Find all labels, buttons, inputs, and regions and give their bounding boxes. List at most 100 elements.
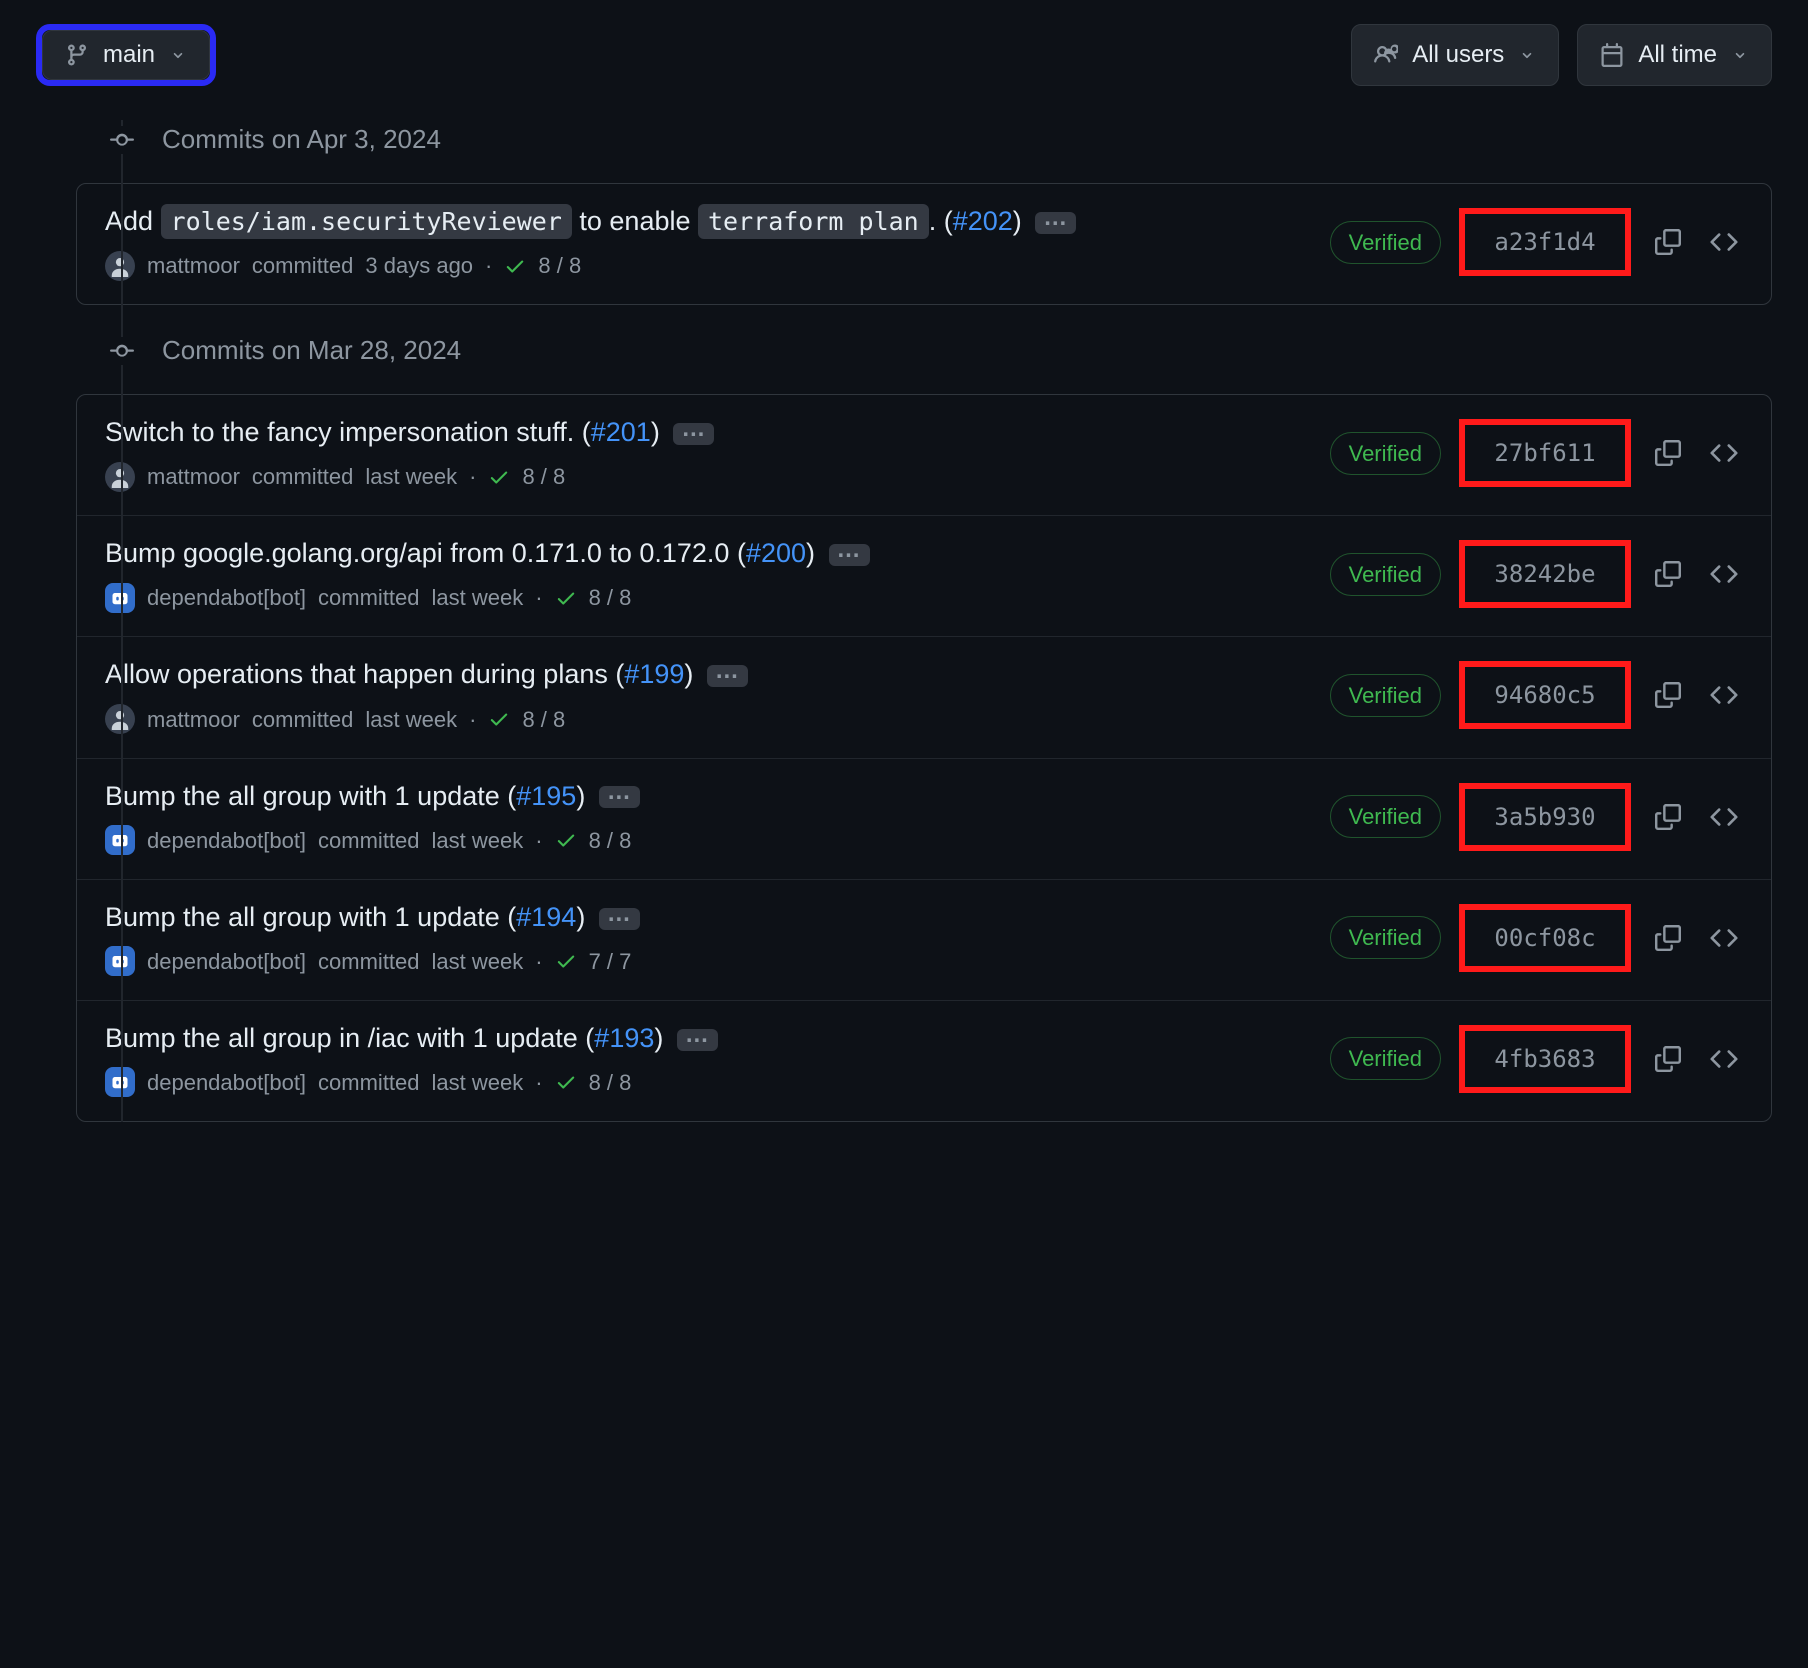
browse-code-button[interactable] [1705,434,1743,472]
check-icon[interactable] [504,255,526,277]
avatar[interactable] [105,946,135,976]
commit-checks[interactable]: 8 / 8 [538,249,581,282]
copy-sha-button[interactable] [1649,555,1687,593]
calendar-icon [1600,43,1624,67]
browse-code-button[interactable] [1705,223,1743,261]
verified-badge[interactable]: Verified [1330,674,1441,717]
expand-message-button[interactable]: … [829,544,870,566]
commit-group-date: Commits on Mar 28, 2024 [162,331,461,370]
commit-title[interactable]: Add roles/iam.securityReviewer to enable… [105,202,1310,241]
copy-sha-button[interactable] [1649,798,1687,836]
users-label: All users [1412,41,1504,69]
commit-sha[interactable]: 38242be [1494,560,1595,588]
commit-title[interactable]: Allow operations that happen during plan… [105,655,1310,694]
commit-row: Bump google.golang.org/api from 0.171.0 … [77,515,1771,636]
avatar[interactable] [105,583,135,613]
commit-timeago: 3 days ago [365,249,473,282]
commit-timeago: last week [365,703,457,736]
commit-title[interactable]: Bump google.golang.org/api from 0.171.0 … [105,534,1310,573]
commit-author[interactable]: dependabot[bot] [147,824,306,857]
commit-checks[interactable]: 8 / 8 [589,824,632,857]
copy-sha-button[interactable] [1649,1040,1687,1078]
browse-code-button[interactable] [1705,676,1743,714]
commit-author[interactable]: mattmoor [147,703,240,736]
avatar[interactable] [105,704,135,734]
commit-committed-word: committed [318,1066,419,1099]
avatar[interactable] [105,1067,135,1097]
pr-link[interactable]: #195 [516,781,576,811]
commit-sha[interactable]: a23f1d4 [1494,228,1595,256]
commit-title[interactable]: Bump the all group in /iac with 1 update… [105,1019,1310,1058]
browse-code-button[interactable] [1705,798,1743,836]
commit-committed-word: committed [318,945,419,978]
copy-sha-button[interactable] [1649,676,1687,714]
branch-selector[interactable]: main [42,30,210,80]
verified-badge[interactable]: Verified [1330,1037,1441,1080]
sha-highlight: 00cf08c [1459,904,1631,972]
commit-sha[interactable]: 00cf08c [1494,924,1595,952]
avatar[interactable] [105,825,135,855]
pr-link[interactable]: #199 [624,659,684,689]
pr-link[interactable]: #194 [516,902,576,932]
commit-author[interactable]: dependabot[bot] [147,1066,306,1099]
commit-sha[interactable]: 94680c5 [1494,681,1595,709]
avatar[interactable] [105,251,135,281]
check-icon[interactable] [555,587,577,609]
expand-message-button[interactable]: … [599,908,640,930]
commit-timeago: last week [432,581,524,614]
time-filter[interactable]: All time [1577,24,1772,86]
commit-sha[interactable]: 3a5b930 [1494,803,1595,831]
commit-group-header: Commits on Apr 3, 2024 [106,120,1772,159]
commit-committed-word: committed [252,249,353,282]
verified-badge[interactable]: Verified [1330,432,1441,475]
commit-dot-icon [108,337,136,365]
commit-checks[interactable]: 8 / 8 [589,1066,632,1099]
sha-highlight: 27bf611 [1459,419,1631,487]
expand-message-button[interactable]: … [599,786,640,808]
copy-sha-button[interactable] [1649,919,1687,957]
commit-author[interactable]: dependabot[bot] [147,945,306,978]
commit-checks[interactable]: 8 / 8 [522,460,565,493]
verified-badge[interactable]: Verified [1330,221,1441,264]
check-icon[interactable] [555,950,577,972]
pr-link[interactable]: #202 [953,206,1013,236]
check-icon[interactable] [555,829,577,851]
pr-link[interactable]: #200 [746,538,806,568]
pr-link[interactable]: #193 [594,1023,654,1053]
toolbar: main All users All time [36,24,1772,86]
copy-sha-button[interactable] [1649,434,1687,472]
avatar[interactable] [105,462,135,492]
chevron-down-icon [1518,46,1536,64]
commit-title[interactable]: Bump the all group with 1 update (#194) … [105,898,1310,937]
check-icon[interactable] [488,466,510,488]
pr-link[interactable]: #201 [591,417,651,447]
commit-sha[interactable]: 4fb3683 [1494,1045,1595,1073]
commit-sha[interactable]: 27bf611 [1494,439,1595,467]
users-filter[interactable]: All users [1351,24,1559,86]
browse-code-button[interactable] [1705,919,1743,957]
expand-message-button[interactable]: … [1035,212,1076,234]
verified-badge[interactable]: Verified [1330,795,1441,838]
commit-author[interactable]: mattmoor [147,460,240,493]
check-icon[interactable] [555,1071,577,1093]
verified-badge[interactable]: Verified [1330,916,1441,959]
commit-checks[interactable]: 8 / 8 [589,581,632,614]
check-icon[interactable] [488,708,510,730]
copy-sha-button[interactable] [1649,223,1687,261]
browse-code-button[interactable] [1705,1040,1743,1078]
commit-author[interactable]: mattmoor [147,249,240,282]
commit-row: Switch to the fancy impersonation stuff.… [77,395,1771,515]
commit-meta: dependabot[bot] committed last week · 7 … [105,945,1310,978]
sha-highlight: 4fb3683 [1459,1025,1631,1093]
expand-message-button[interactable]: … [673,423,714,445]
commit-checks[interactable]: 8 / 8 [522,703,565,736]
verified-badge[interactable]: Verified [1330,553,1441,596]
commit-title[interactable]: Bump the all group with 1 update (#195) … [105,777,1310,816]
commit-author[interactable]: dependabot[bot] [147,581,306,614]
expand-message-button[interactable]: … [677,1029,718,1051]
commit-checks[interactable]: 7 / 7 [589,945,632,978]
commit-title[interactable]: Switch to the fancy impersonation stuff.… [105,413,1310,452]
expand-message-button[interactable]: … [707,665,748,687]
browse-code-button[interactable] [1705,555,1743,593]
commit-meta: mattmoor committed last week · 8 / 8 [105,460,1310,493]
